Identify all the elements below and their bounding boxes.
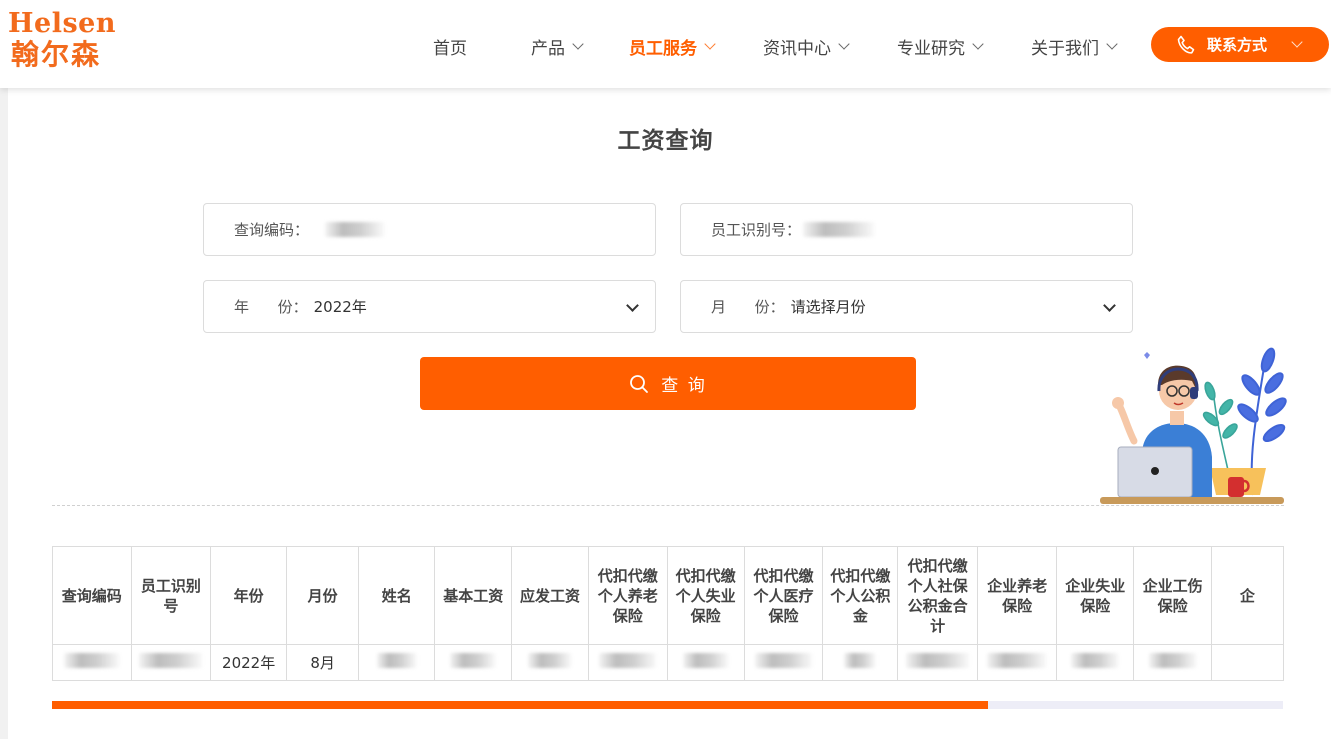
phone-icon — [1177, 35, 1195, 54]
table-cell-redacted — [822, 644, 899, 681]
column-header: 姓名 — [358, 546, 436, 645]
table-row: 2022年 8月 — [52, 644, 1284, 681]
nav-item-label: 关于我们 — [1031, 39, 1099, 59]
table-cell-redacted — [130, 644, 212, 681]
chevron-down-icon — [1291, 36, 1303, 48]
scrollbar-thumb[interactable] — [52, 701, 988, 709]
table-cell-redacted — [743, 644, 824, 681]
table-cell-redacted — [897, 644, 979, 681]
month-select[interactable]: 月 份： 请选择月份 — [680, 280, 1133, 333]
chevron-down-icon — [838, 38, 850, 50]
nav-item-label: 员工服务 — [629, 39, 697, 59]
nav-item-label: 首页 — [433, 39, 467, 59]
year-label: 年 份： — [234, 298, 308, 316]
nav-item-employee-services[interactable]: 员工服务 — [629, 34, 716, 59]
chevron-down-icon — [704, 38, 716, 50]
redacted-value — [598, 653, 657, 668]
redacted-value — [987, 653, 1048, 668]
nav-item-products[interactable]: 产品 — [531, 34, 584, 59]
brand-name-en: Helsen — [8, 8, 116, 39]
table-cell-month: 8月 — [286, 644, 360, 681]
page-title: 工资查询 — [617, 128, 714, 154]
redacted-value — [754, 653, 813, 668]
employee-id-label: 员工识别号： — [711, 221, 802, 239]
redacted-value — [803, 222, 876, 237]
column-header: 企 — [1210, 546, 1284, 645]
column-header: 企业失业保险 — [1056, 546, 1135, 645]
table-cell-redacted — [977, 644, 1058, 681]
brand-name-cn: 翰尔森 — [11, 38, 102, 71]
column-header: 代扣代缴个人社保公积金合计 — [897, 546, 979, 645]
nav-item-home[interactable]: 首页 — [433, 34, 467, 59]
site-header: Helsen 翰尔森 首页 产品 员工服务 资讯中心 专业研究 关于我们 联系方… — [0, 0, 1331, 88]
search-button[interactable]: 查 询 — [420, 357, 916, 410]
redacted-value — [905, 653, 970, 668]
chevron-down-icon — [626, 299, 639, 312]
redacted-value — [376, 653, 417, 668]
redacted-value — [844, 653, 877, 668]
redacted-value — [63, 653, 120, 668]
salary-table-container: 查询编码 员工识别号 年份 月份 姓名 基本工资 应发工资 代扣代缴个人养老保险… — [52, 546, 1284, 681]
nav-item-about[interactable]: 关于我们 — [1031, 34, 1118, 59]
month-label: 月 份： — [711, 298, 785, 316]
column-header: 企业工伤保险 — [1133, 546, 1212, 645]
redacted-value — [1071, 653, 1120, 668]
column-header: 代扣代缴个人养老保险 — [587, 546, 668, 645]
nav-item-news[interactable]: 资讯中心 — [763, 34, 850, 59]
table-cell-redacted — [1133, 644, 1212, 681]
redacted-value — [528, 653, 573, 668]
column-header: 代扣代缴个人失业保险 — [666, 546, 745, 645]
nav-item-label: 专业研究 — [897, 39, 965, 59]
table-cell-year: 2022年 — [210, 644, 288, 681]
table-cell-redacted — [52, 644, 132, 681]
redacted-value — [682, 653, 729, 668]
nav-item-label: 产品 — [531, 39, 565, 59]
table-horizontal-scrollbar[interactable] — [52, 701, 1283, 709]
table-cell-redacted — [587, 644, 668, 681]
redacted-value — [138, 653, 203, 668]
chevron-down-icon — [1106, 38, 1118, 50]
redacted-value — [450, 653, 497, 668]
contact-button[interactable]: 联系方式 — [1151, 27, 1329, 62]
column-header: 查询编码 — [52, 546, 132, 645]
year-select[interactable]: 年 份： 2022年 — [203, 280, 656, 333]
search-icon — [630, 374, 649, 393]
column-header: 基本工资 — [434, 546, 513, 645]
redacted-value — [325, 222, 386, 237]
column-header: 代扣代缴个人公积金 — [822, 546, 899, 645]
query-code-field[interactable]: 查询编码： — [203, 203, 656, 256]
table-cell-redacted — [1056, 644, 1135, 681]
chevron-down-icon — [572, 38, 584, 50]
divider — [52, 505, 1284, 506]
table-header-row: 查询编码 员工识别号 年份 月份 姓名 基本工资 应发工资 代扣代缴个人养老保险… — [52, 546, 1284, 645]
contact-button-label: 联系方式 — [1207, 36, 1268, 54]
table-cell-redacted — [434, 644, 513, 681]
column-header: 企业养老保险 — [977, 546, 1058, 645]
column-header: 年份 — [210, 546, 288, 645]
table-cell-redacted — [511, 644, 589, 681]
query-code-label: 查询编码： — [234, 221, 310, 239]
chevron-down-icon — [972, 38, 984, 50]
nav-item-label: 资讯中心 — [763, 39, 831, 59]
table-cell-redacted — [666, 644, 745, 681]
column-header: 月份 — [286, 546, 360, 645]
brand-logo[interactable]: Helsen 翰尔森 — [8, 10, 116, 72]
year-value: 2022年 — [313, 298, 367, 316]
search-button-label: 查 询 — [661, 376, 707, 396]
salary-table: 查询编码 员工识别号 年份 月份 姓名 基本工资 应发工资 代扣代缴个人养老保险… — [52, 546, 1284, 681]
employee-id-field[interactable]: 员工识别号： — [680, 203, 1133, 256]
redacted-value — [1148, 653, 1197, 668]
chevron-down-icon — [1103, 299, 1116, 312]
column-header: 员工识别号 — [130, 546, 212, 645]
month-placeholder: 请选择月份 — [790, 298, 866, 316]
column-header: 应发工资 — [511, 546, 589, 645]
nav-item-research[interactable]: 专业研究 — [897, 34, 984, 59]
table-cell-redacted — [1210, 644, 1284, 681]
table-cell-redacted — [358, 644, 436, 681]
column-header: 代扣代缴个人医疗保险 — [743, 546, 824, 645]
support-agent-illustration — [1100, 347, 1287, 504]
